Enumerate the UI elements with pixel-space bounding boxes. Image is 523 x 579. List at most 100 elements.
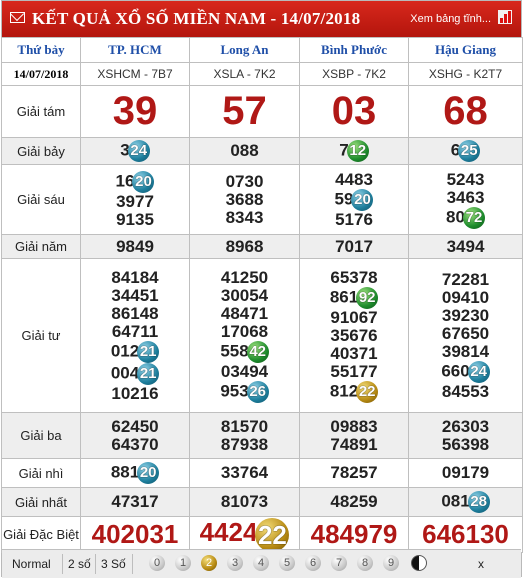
prize-number-head: 4483 [335, 169, 373, 189]
province-name[interactable]: TP. HCM [80, 37, 190, 63]
prize-row-g2: Giải nhì 88120 33764 78257 09179 [1, 458, 523, 488]
digit-filter-7[interactable]: 7 [331, 555, 347, 571]
highlight-ball: 20 [351, 188, 374, 211]
yin-yang-icon[interactable] [411, 555, 427, 571]
prize-number-head: 30054 [220, 285, 269, 305]
code-row: 14/07/2018 XSHCM - 7B7 XSLA - 7K2 XSBP -… [1, 62, 523, 86]
mode-normal-button[interactable]: Normal [12, 557, 51, 571]
prize-value: 00421 [81, 362, 189, 385]
prize-value: 40371 [300, 344, 408, 363]
prize-value: 39 [80, 85, 190, 138]
prize-cell: 84184 34451 86148 64711 01221 00421 10216 [80, 258, 190, 413]
highlight-ball: 92 [356, 286, 379, 309]
prize-value: 56398 [441, 434, 490, 454]
prize-value: 62450 [111, 416, 159, 436]
prize-number-head: 953 [220, 380, 249, 400]
prize-number-head: 660 [441, 360, 470, 380]
prize-cell: 625 [408, 137, 523, 165]
prize-value: 402031 [81, 519, 189, 550]
prize-value: 26303 [441, 416, 490, 436]
prize-value: 95326 [190, 380, 299, 403]
prize-number-head: 84553 [441, 381, 490, 401]
prize-cell: 88120 [80, 458, 190, 488]
prize-value: 86148 [81, 303, 189, 323]
digit-filter-8[interactable]: 8 [357, 555, 373, 571]
prize-value: 09410 [409, 288, 522, 307]
digit-filter-1[interactable]: 1 [175, 555, 191, 571]
prize-number-head: 9135 [116, 209, 154, 229]
digit-filter-2[interactable]: 2 [201, 555, 217, 571]
prize-number-head: 33764 [220, 463, 269, 482]
digit-filter-9[interactable]: 9 [383, 555, 399, 571]
prize-number-head: 088 [230, 141, 259, 160]
prize-cell: 48259 [299, 487, 409, 517]
highlight-ball: 21 [137, 362, 160, 385]
prize-number-head: 41250 [220, 267, 269, 287]
chart-icon[interactable] [498, 10, 512, 24]
digit-filter-0[interactable]: 0 [149, 555, 165, 571]
digit-filter-4[interactable]: 4 [253, 555, 269, 571]
digit-filter-6[interactable]: 6 [305, 555, 321, 571]
prize-value: 81222 [300, 380, 408, 403]
prize-cell: 65378 86192 91067 35676 40371 55177 81222 [299, 258, 409, 413]
prize-number-head: 48471 [220, 303, 269, 323]
prize-number-head: 64711 [111, 321, 159, 341]
prize-label: Giải bảy [1, 137, 81, 165]
highlight-ball: 72 [462, 206, 485, 229]
province-name[interactable]: Long An [189, 37, 300, 63]
province-code: XSHG - K2T7 [408, 62, 523, 86]
prize-number-head: 012 [110, 340, 140, 360]
province-code: XSBP - 7K2 [299, 62, 409, 86]
digit-filter-5[interactable]: 5 [279, 555, 295, 571]
digit-filter-3[interactable]: 3 [227, 555, 243, 571]
prize-number-head: 81073 [220, 492, 269, 511]
mail-icon[interactable] [10, 12, 25, 23]
prize-value: 91067 [300, 308, 408, 327]
prize-label: Giải nhì [1, 458, 81, 488]
prize-number-head: 4424 [199, 517, 258, 548]
prize-value: 34451 [81, 285, 189, 305]
prize-number-head: 86148 [111, 303, 159, 323]
prize-cell: 324 [80, 137, 190, 165]
static-table-link[interactable]: Xem bảng tĩnh... [410, 13, 491, 25]
prize-value: 33764 [190, 464, 299, 482]
prize-number-head: 8343 [225, 207, 264, 227]
draw-date: 14/07/2018 [1, 62, 81, 86]
divider [132, 554, 133, 574]
province-name[interactable]: Bình Phước [299, 37, 409, 63]
prize-value: 87938 [220, 434, 269, 454]
prize-number-head: 081 [441, 491, 470, 511]
prize-value: 03494 [190, 362, 299, 381]
prize-value: 088 [190, 142, 299, 160]
prize-value: 39814 [409, 342, 522, 361]
prize-row-g4: Giải tư 84184 34451 86148 64711 01221 00421 10… [1, 258, 523, 413]
prize-row-g1: Giải nhất 47317 81073 48259 08128 [1, 487, 523, 517]
prize-value: 55177 [300, 362, 408, 381]
prize-number-head: 34451 [111, 285, 159, 305]
prize-cell: 41250 30054 48471 17068 55842 03494 95326 [189, 258, 300, 413]
province-name[interactable]: Hậu Giang [408, 37, 523, 63]
prize-value: 66024 [409, 360, 522, 383]
prize-cell: 47317 [80, 487, 190, 517]
close-button[interactable]: x [478, 557, 484, 571]
prize-value: 09883 [330, 416, 378, 436]
prize-label: Giải tám [1, 85, 81, 138]
prize-number-head: 0730 [225, 171, 264, 191]
prize-cell: 0730 3688 8343 [189, 164, 300, 235]
prize-value: 0730 [190, 171, 299, 191]
prize-number-head: 39230 [441, 305, 490, 325]
prize-cell: 402031 [80, 516, 190, 553]
prize-row-g6: Giải sáu 1620 3977 9135 0730 3688 8343 4483 592… [1, 164, 523, 235]
prize-value: 74891 [330, 434, 378, 454]
divider [95, 554, 96, 574]
prize-label: Giải ba [1, 412, 81, 459]
prize-cell: 646130 [408, 516, 523, 553]
mode-two-digits-button[interactable]: 2 số [68, 557, 91, 571]
mode-three-digits-button[interactable]: 3 Số [101, 557, 126, 571]
prize-value: 68 [408, 85, 523, 138]
prize-value: 64711 [81, 321, 189, 341]
prize-number-head: 004 [110, 362, 140, 382]
prize-row-g8: Giải tám 39 57 03 68 [1, 85, 523, 138]
prize-value: 8968 [189, 234, 300, 259]
highlight-ball: 25 [458, 140, 481, 162]
